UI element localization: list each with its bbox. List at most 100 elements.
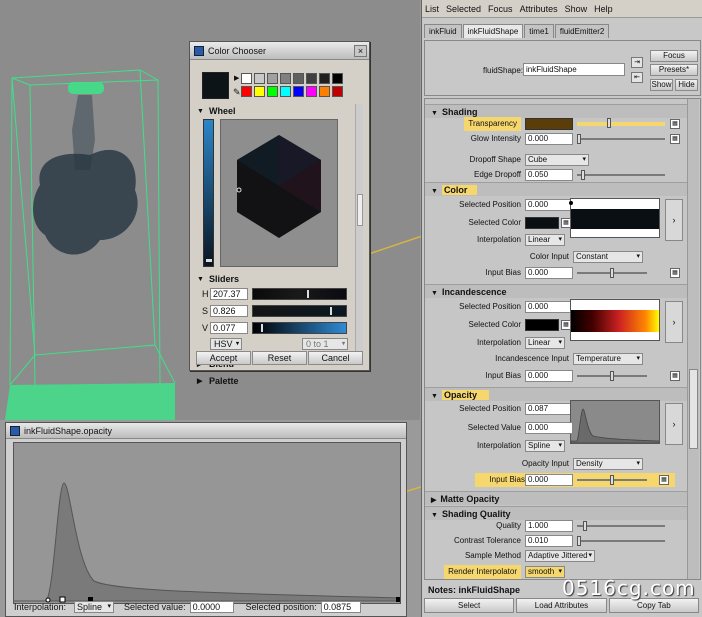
color-palette[interactable] <box>241 73 343 97</box>
edge-dropoff-slider[interactable] <box>577 170 665 180</box>
glow-field[interactable]: 0.000 <box>525 133 573 145</box>
palette-swatch[interactable] <box>254 73 265 84</box>
saturation-field[interactable]: 0.826 <box>210 305 248 317</box>
incand-interp-select[interactable]: Linear <box>525 337 565 349</box>
presets-button[interactable]: Presets* <box>650 64 698 76</box>
value-slider[interactable] <box>203 119 214 267</box>
menu-list[interactable]: List <box>425 4 439 14</box>
eyedropper-icon[interactable]: ✎ <box>233 87 241 98</box>
menu-help[interactable]: Help <box>594 4 613 14</box>
focus-out-icon[interactable]: ⇤ <box>631 72 643 83</box>
dropoff-select[interactable]: Cube <box>525 154 589 166</box>
palette-swatch[interactable] <box>332 73 343 84</box>
saturation-slider[interactable] <box>252 305 347 317</box>
opacity-curve-plot[interactable] <box>13 442 401 604</box>
transparency-slider[interactable] <box>577 118 665 128</box>
opacity-bias-field[interactable]: 0.000 <box>525 474 573 486</box>
opacity-section-header[interactable]: ▼ Opacity <box>425 387 687 401</box>
map-button-icon[interactable]: ▦ <box>670 371 680 381</box>
attribute-scrollbar[interactable] <box>687 99 699 579</box>
render-interp-select[interactable]: smooth <box>525 566 565 578</box>
tab-inkfluid[interactable]: inkFluid <box>424 24 462 38</box>
selected-color-swatch[interactable] <box>525 217 559 229</box>
reset-button[interactable]: Reset <box>252 351 307 365</box>
menu-attributes[interactable]: Attributes <box>520 4 558 14</box>
palette-section-header[interactable]: ▶ Palette <box>197 375 357 387</box>
color-position-field[interactable]: 0.000 <box>525 199 573 211</box>
palette-swatch[interactable] <box>267 73 278 84</box>
palette-swatch[interactable] <box>293 73 304 84</box>
tab-fluidemitter2[interactable]: fluidEmitter2 <box>554 24 610 38</box>
tab-time1[interactable]: time1 <box>524 24 554 38</box>
contrast-slider[interactable] <box>577 536 665 546</box>
palette-swatch[interactable] <box>293 86 304 97</box>
map-button-icon[interactable]: ▦ <box>670 119 680 129</box>
graph-interp-select[interactable]: Spline ▾ <box>74 601 115 613</box>
map-button-icon[interactable]: ▦ <box>670 268 680 278</box>
accept-button[interactable]: Accept <box>196 351 251 365</box>
load-attributes-button[interactable]: Load Attributes <box>516 598 607 613</box>
contrast-field[interactable]: 0.010 <box>525 535 573 547</box>
close-icon[interactable]: × <box>354 45 367 57</box>
graph-selected-position-field[interactable]: 0.0875 <box>320 601 361 613</box>
palette-swatch[interactable] <box>267 86 278 97</box>
color-bias-slider[interactable] <box>577 268 647 278</box>
quality-slider[interactable] <box>577 521 665 531</box>
focus-button[interactable]: Focus <box>650 50 698 62</box>
palette-swatch[interactable] <box>332 86 343 97</box>
color-chooser-window[interactable]: Color Chooser × ▶ ✎ ▼ Wheel ▼ Sliders H … <box>189 41 370 386</box>
opacity-input-select[interactable]: Density <box>573 458 643 470</box>
opacity-interp-select[interactable]: Spline <box>525 440 565 452</box>
color-chooser-titlebar[interactable]: Color Chooser <box>190 42 369 60</box>
value-field[interactable]: 0.077 <box>210 322 248 334</box>
glow-slider[interactable] <box>577 134 665 144</box>
map-button-icon[interactable]: ▦ <box>561 218 571 228</box>
select-button[interactable]: Select <box>424 598 515 613</box>
incand-color-swatch[interactable] <box>525 319 559 331</box>
show-button[interactable]: Show <box>650 79 673 91</box>
color-input-select[interactable]: Constant <box>573 251 643 263</box>
color-bias-field[interactable]: 0.000 <box>525 267 573 279</box>
opacity-graph-window[interactable]: inkFluidShape.opacity Interpolation: Spl… <box>5 422 407 617</box>
sliders-section-header[interactable]: ▼ Sliders <box>197 273 357 285</box>
cancel-button[interactable]: Cancel <box>308 351 363 365</box>
transparency-swatch[interactable] <box>525 118 573 130</box>
hue-field[interactable]: 207.37 <box>210 288 248 300</box>
color-mode-select[interactable]: HSV ▾ <box>210 338 242 350</box>
opacity-position-field[interactable]: 0.087 <box>525 403 573 415</box>
palette-swatch[interactable] <box>306 86 317 97</box>
quality-field[interactable]: 1.000 <box>525 520 573 532</box>
shading-quality-section-header[interactable]: ▼ Shading Quality <box>425 506 687 520</box>
opacity-value-field[interactable]: 0.000 <box>525 422 573 434</box>
incand-bias-slider[interactable] <box>577 371 647 381</box>
graph-selected-value-field[interactable]: 0.0000 <box>189 601 234 613</box>
hide-button[interactable]: Hide <box>675 79 698 91</box>
edge-dropoff-field[interactable]: 0.050 <box>525 169 573 181</box>
node-name-field[interactable]: inkFluidShape <box>523 63 625 76</box>
palette-swatch[interactable] <box>280 86 291 97</box>
range-select[interactable]: 0 to 1 ▾ <box>302 338 348 350</box>
copy-tab-button[interactable]: Copy Tab <box>608 598 699 613</box>
palette-swatch[interactable] <box>306 73 317 84</box>
hue-slider[interactable] <box>252 288 347 300</box>
palette-swatch[interactable] <box>319 86 330 97</box>
focus-in-icon[interactable]: ⇥ <box>631 57 643 68</box>
color-wheel[interactable] <box>220 119 338 267</box>
map-button-icon[interactable]: ▦ <box>659 475 669 485</box>
color-chooser-scrollbar[interactable] <box>355 104 363 364</box>
palette-swatch[interactable] <box>280 73 291 84</box>
menu-show[interactable]: Show <box>565 4 588 14</box>
matte-opacity-section-header[interactable]: ▶ Matte Opacity <box>425 491 687 505</box>
graph-titlebar[interactable]: inkFluidShape.opacity <box>6 423 406 439</box>
palette-swatch[interactable] <box>241 73 252 84</box>
incand-position-field[interactable]: 0.000 <box>525 301 573 313</box>
current-color-swatch[interactable] <box>202 72 229 99</box>
palette-swatch[interactable] <box>241 86 252 97</box>
color-interp-select[interactable]: Linear <box>525 234 565 246</box>
menu-focus[interactable]: Focus <box>488 4 513 14</box>
map-button-icon[interactable]: ▦ <box>561 320 571 330</box>
menu-selected[interactable]: Selected <box>446 4 481 14</box>
shading-section-header[interactable]: ▼ Shading <box>425 104 687 118</box>
incandescence-section-header[interactable]: ▼ Incandescence <box>425 284 687 298</box>
color-section-header[interactable]: ▼ Color <box>425 182 687 196</box>
